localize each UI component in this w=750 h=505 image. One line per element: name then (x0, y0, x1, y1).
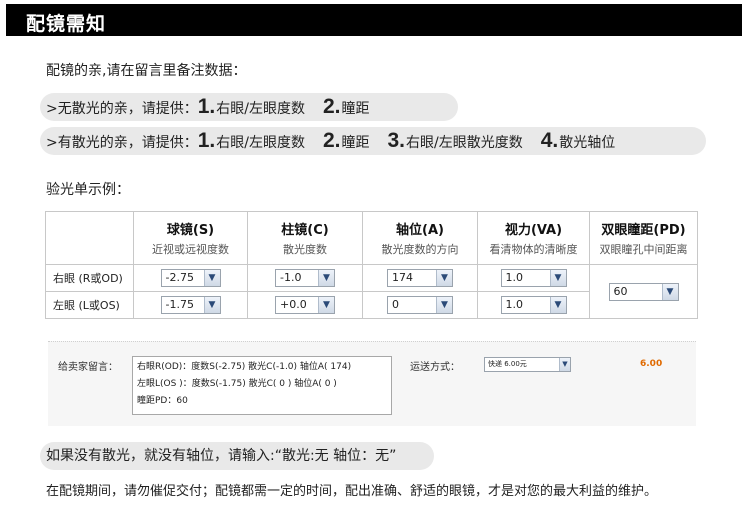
item-text: 右眼/左眼度数 (216, 101, 305, 117)
item-text: 瞳距 (341, 101, 370, 117)
row-label-left-eye: 左眼 (L或OS) (45, 291, 134, 319)
right-axis-select[interactable]: 174 ▼ (387, 269, 453, 287)
message-line: 右眼R(OD)：度数S(-2.75) 散光C(-1.0) 轴位A( 174) (137, 362, 352, 372)
example-title: 验光单示例： (46, 182, 130, 198)
right-va-select[interactable]: 1.0 ▼ (500, 269, 567, 287)
seller-message-textarea[interactable]: 右眼R(OD)：度数S(-2.75) 散光C(-1.0) 轴位A( 174) 左… (132, 356, 392, 415)
chevron-down-icon: ▼ (203, 297, 220, 313)
chevron-down-icon: ▼ (559, 358, 570, 371)
item-text: 右眼/左眼度数 (216, 135, 305, 151)
shipping-price: 6.00 (640, 359, 663, 369)
chevron-down-icon: ▼ (661, 283, 678, 300)
column-header-cyl: 柱镜(C) 散光度数 (247, 211, 363, 265)
header-bar: 配镜需知 (6, 4, 742, 36)
item-number: 2. (322, 129, 341, 152)
item-number: 3. (387, 129, 405, 152)
no-astig-note: 如果没有散光，就没有轴位，请输入:“散光:无 轴位：无” (40, 442, 434, 470)
no-astig-note-text: 如果没有散光，就没有轴位，请输入:“散光:无 轴位：无” (46, 448, 397, 464)
message-line: 左眼L(OS )：度数S(-1.75) 散光C( 0 ) 轴位A( 0 ) (137, 379, 337, 389)
left-va-select[interactable]: 1.0 ▼ (500, 296, 567, 314)
item-number: 1. (197, 129, 216, 152)
shipping-select[interactable]: 快递 6.00元 ▼ (484, 357, 571, 372)
item-number: 1. (197, 95, 216, 118)
column-header-va: 视力(VA) 看清物体的清晰度 (477, 211, 590, 265)
shipping-label: 运送方式： (410, 362, 460, 373)
message-label: 给卖家留言： (58, 362, 118, 373)
left-cyl-select[interactable]: +0.0 ▼ (275, 296, 335, 314)
page-title: 配镜需知 (26, 13, 107, 35)
astig-requirements: >有散光的亲，请提供：1.右眼/左眼度数 2.瞳距 3.右眼/左眼散光度数 4.散光轴… (40, 127, 706, 155)
column-header-pd: 双眼瞳距(PD) 双眼瞳孔中间距离 (589, 211, 698, 265)
chevron-down-icon: ▼ (318, 270, 334, 286)
row-label-right-eye: 右眼 (R或OD) (45, 264, 134, 292)
table-row: 右眼 (R或OD) -2.75 ▼ -1.0 ▼ 174 ▼ 1.0 ▼ 60 ▼ (45, 264, 698, 319)
right-sph-select[interactable]: -2.75 ▼ (160, 269, 221, 287)
table-corner (45, 211, 134, 265)
item-text: 散光轴位 (559, 135, 616, 151)
item-number: 4. (540, 129, 559, 152)
no-astig-requirements: >无散光的亲，请提供：1.右眼/左眼度数 2.瞳距 (40, 93, 458, 121)
left-axis-select[interactable]: 0 ▼ (387, 296, 453, 314)
footer-note: 在配镜期间，请勿催促交付；配镜都需一定的时间，配出准确、舒适的眼镜，才是对您的最… (46, 484, 658, 499)
left-sph-select[interactable]: -1.75 ▼ (160, 296, 221, 314)
intro-text: 配镜的亲,请在留言里备注数据： (46, 63, 247, 79)
chevron-down-icon: ▼ (549, 270, 566, 286)
no-astig-prefix: >无散光的亲，请提供： (46, 101, 198, 117)
chevron-down-icon: ▼ (436, 297, 452, 313)
prescription-table: 球镜(S) 近视或远视度数 柱镜(C) 散光度数 轴位(A) 散光度数的方向 视力(V… (45, 211, 698, 319)
pd-select[interactable]: 60 ▼ (608, 282, 679, 301)
astig-prefix: >有散光的亲，请提供： (46, 135, 198, 151)
chevron-down-icon: ▼ (203, 270, 220, 286)
order-message-panel: 给卖家留言： 右眼R(OD)：度数S(-2.75) 散光C(-1.0) 轴位A(… (48, 341, 696, 426)
column-header-axis: 轴位(A) 散光度数的方向 (362, 211, 478, 265)
item-number: 2. (322, 95, 341, 118)
table-header-row: 球镜(S) 近视或远视度数 柱镜(C) 散光度数 轴位(A) 散光度数的方向 视力(V… (45, 211, 698, 265)
column-header-sph: 球镜(S) 近视或远视度数 (133, 211, 248, 265)
chevron-down-icon: ▼ (549, 297, 566, 313)
chevron-down-icon: ▼ (318, 297, 334, 313)
message-line: 瞳距PD：60 (137, 396, 188, 406)
item-text: 瞳距 (341, 135, 370, 151)
chevron-down-icon: ▼ (436, 270, 452, 286)
right-cyl-select[interactable]: -1.0 ▼ (275, 269, 335, 287)
item-text: 右眼/左眼散光度数 (406, 135, 523, 151)
